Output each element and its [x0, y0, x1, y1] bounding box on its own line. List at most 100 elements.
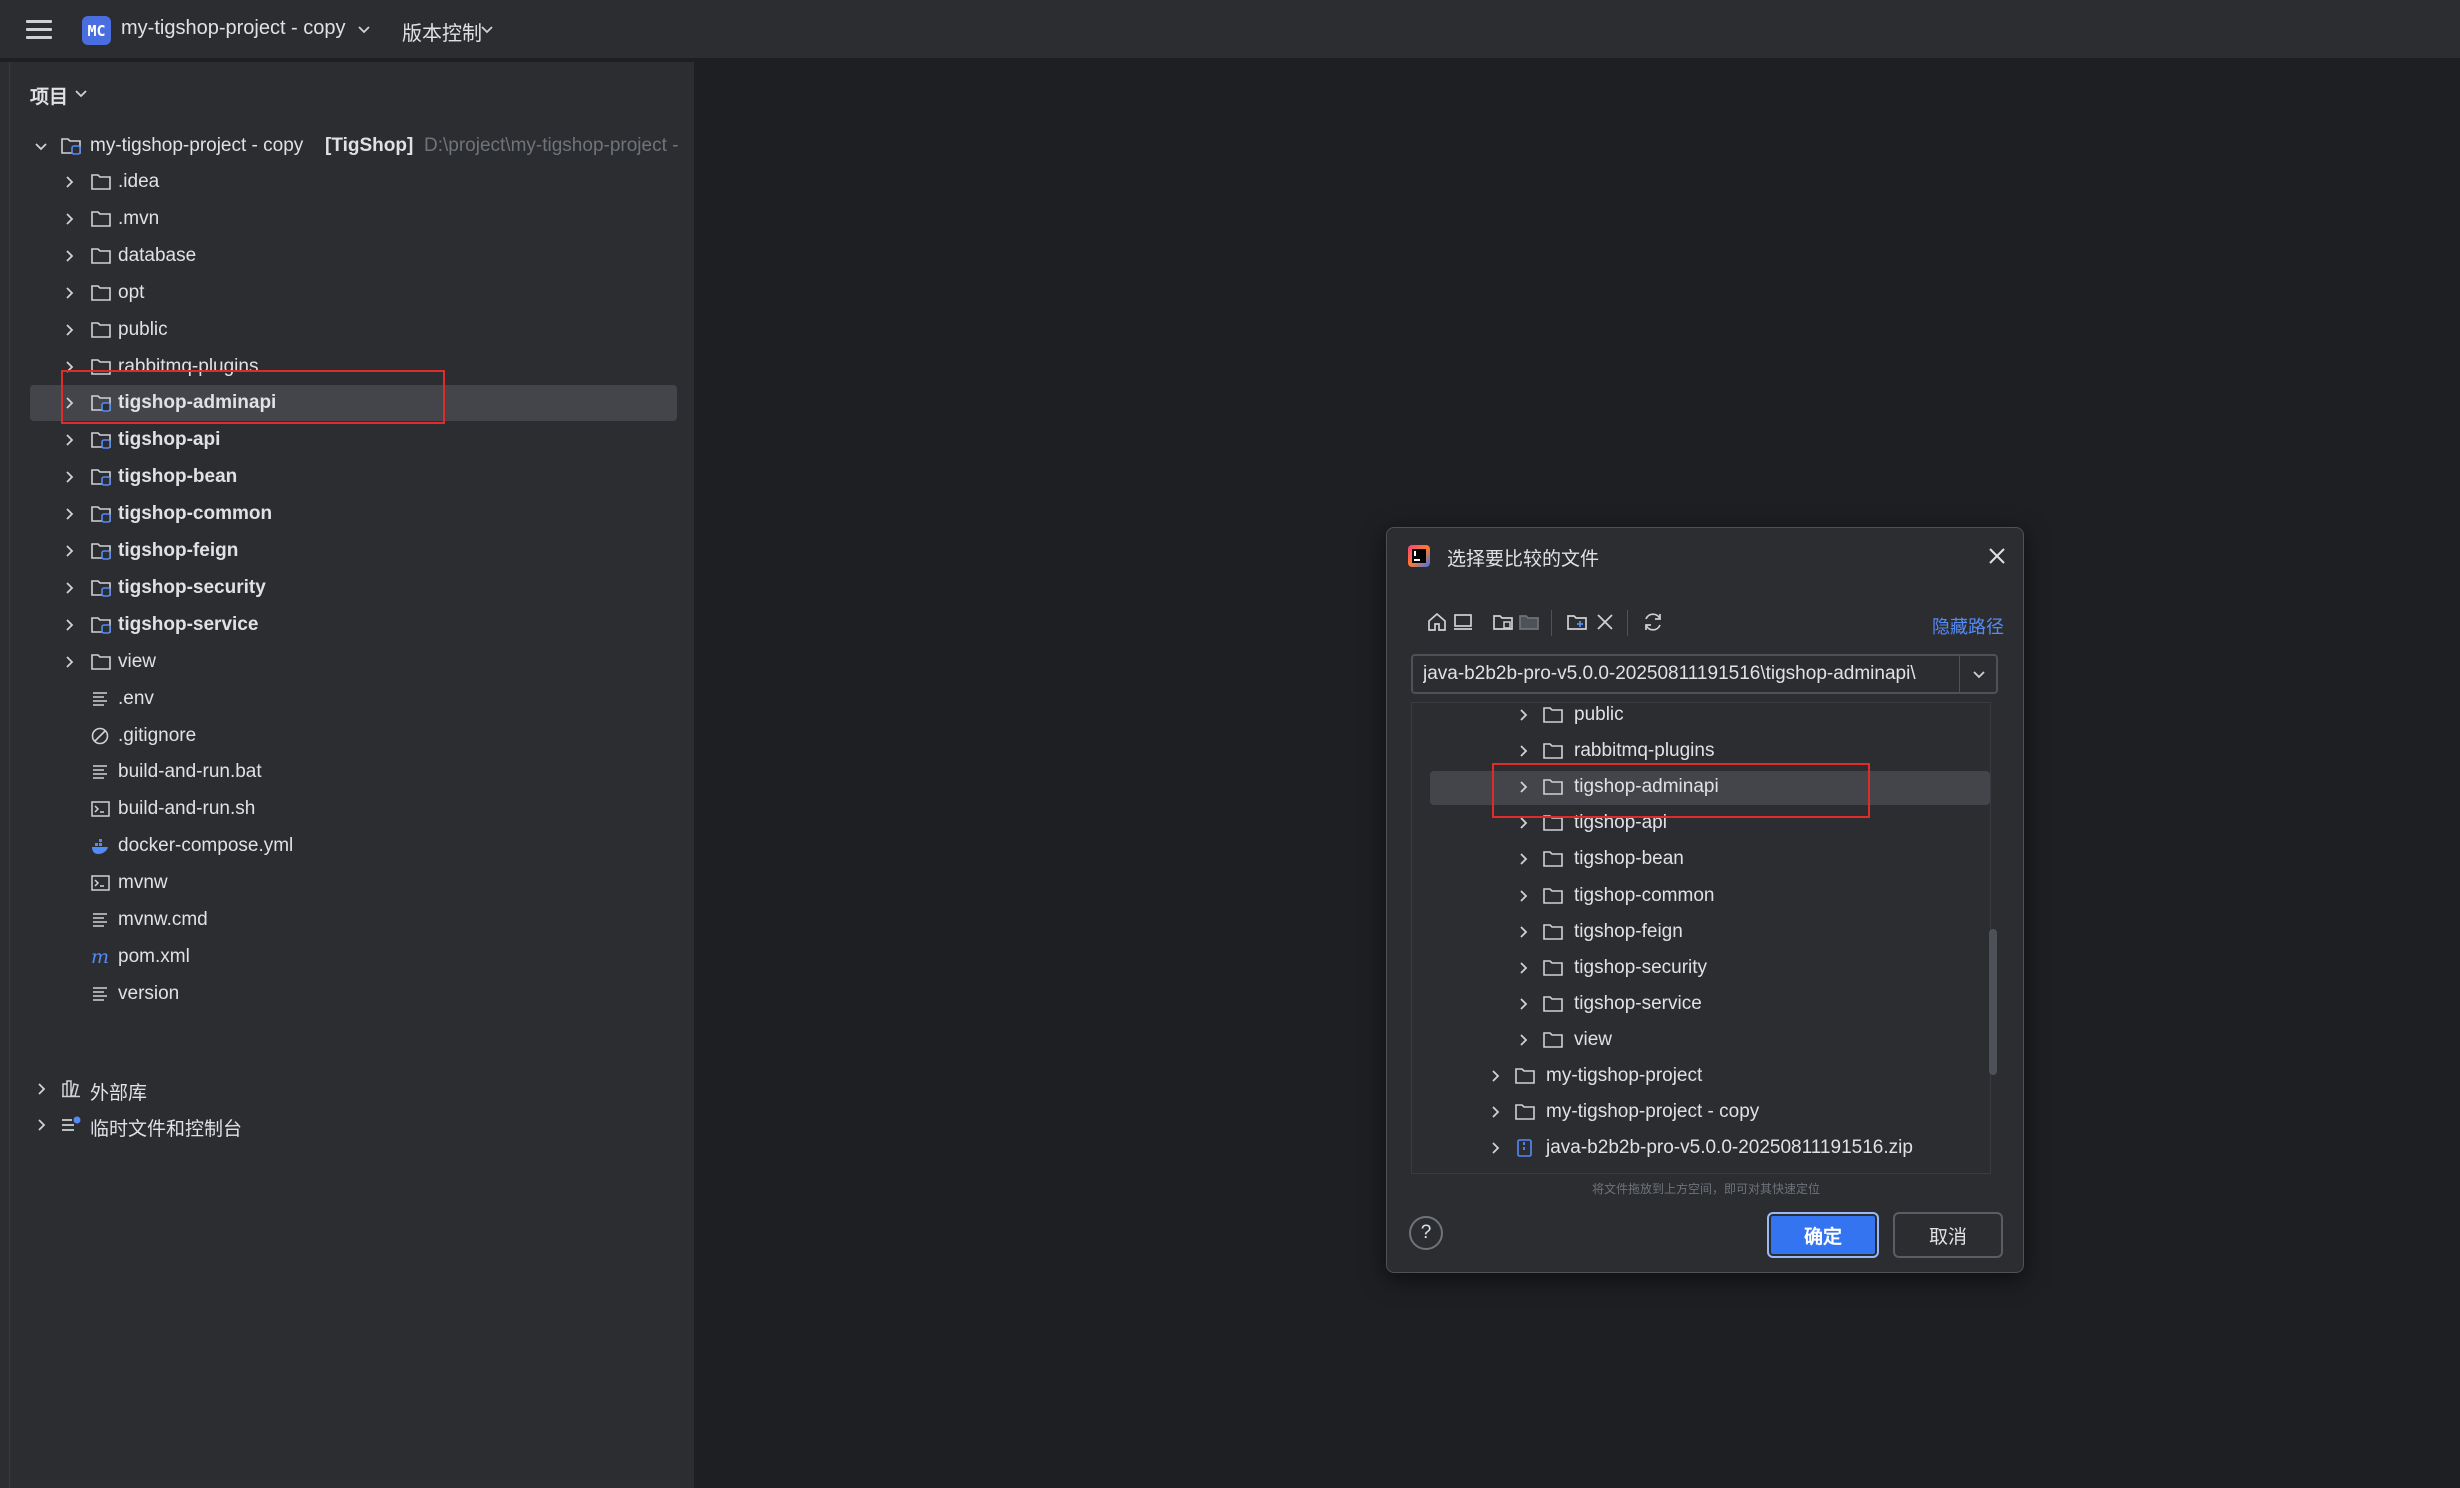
tree-row-external-libs[interactable]: 外部库	[10, 1071, 696, 1107]
home-icon[interactable]	[1425, 610, 1449, 634]
project-panel-title[interactable]: 项目	[30, 82, 68, 109]
chevron-right-icon[interactable]	[1516, 816, 1530, 830]
tree-row-database[interactable]: database	[10, 238, 696, 274]
tree-row-tigshop-security[interactable]: tigshop-security	[10, 570, 696, 606]
chevron-right-icon[interactable]	[62, 323, 76, 337]
dialog-tree-row[interactable]: tigshop-bean	[1412, 841, 1990, 877]
chevron-down-icon[interactable]	[1972, 667, 1986, 681]
tree-row-tigshop-api[interactable]: tigshop-api	[10, 422, 696, 458]
chevron-down-icon[interactable]	[480, 22, 494, 36]
dialog-tree-row[interactable]: my-tigshop-project	[1412, 1058, 1990, 1094]
tree-row-opt[interactable]: opt	[10, 275, 696, 311]
ok-button[interactable]: 确定	[1767, 1212, 1879, 1258]
hide-path-link[interactable]: 隐藏路径	[1932, 613, 2004, 639]
dialog-tree-row[interactable]: tigshop-feign	[1412, 914, 1990, 950]
tree-root-row[interactable]: my-tigshop-project - copy [TigShop] D:\p…	[10, 128, 696, 164]
drop-hint: 将文件拖放到上方空间，即可对其快速定位	[1591, 1182, 1820, 1196]
chevron-right-icon[interactable]	[62, 618, 76, 632]
main-menu-icon[interactable]	[26, 18, 52, 42]
chevron-right-icon[interactable]	[62, 286, 76, 300]
tree-row-view[interactable]: view	[10, 644, 696, 680]
module-folder-icon	[91, 616, 111, 634]
tree-row-version[interactable]: version	[10, 976, 696, 1012]
dialog-tree-row[interactable]: java-b2b2b-pro-v5.0.0-20250811191516.zip	[1412, 1130, 1990, 1166]
new-folder-icon[interactable]	[1565, 610, 1589, 634]
chevron-right-icon[interactable]	[1488, 1105, 1502, 1119]
chevron-right-icon[interactable]	[1516, 852, 1530, 866]
tree-row-tigshop-common[interactable]: tigshop-common	[10, 496, 696, 532]
tree-row-tigshop-bean[interactable]: tigshop-bean	[10, 459, 696, 495]
dialog-tree-row[interactable]: public	[1412, 703, 1990, 733]
tree-row-scratches[interactable]: 临时文件和控制台	[10, 1107, 696, 1143]
chevron-right-icon[interactable]	[1516, 889, 1530, 903]
tree-row-mvnw-cmd[interactable]: mvnw.cmd	[10, 902, 696, 938]
chevron-down-icon[interactable]	[357, 22, 371, 36]
cancel-button[interactable]: 取消	[1893, 1212, 2003, 1258]
ignore-file-icon	[91, 727, 109, 744]
chevron-right-icon[interactable]	[62, 470, 76, 484]
chevron-right-icon[interactable]	[1516, 708, 1530, 722]
chevron-right-icon[interactable]	[62, 507, 76, 521]
text-file-icon	[93, 765, 107, 780]
chevron-right-icon[interactable]	[62, 544, 76, 558]
path-history-dropdown[interactable]	[1959, 656, 1996, 692]
project-folder-icon[interactable]	[1491, 610, 1515, 634]
chevron-right-icon[interactable]	[62, 212, 76, 226]
chevron-right-icon[interactable]	[1488, 1069, 1502, 1083]
folder-icon	[91, 174, 111, 190]
chevron-right-icon[interactable]	[62, 433, 76, 447]
desktop-icon[interactable]	[1451, 610, 1475, 634]
dialog-tree-row[interactable]: my-tigshop-project - copy	[1412, 1094, 1990, 1130]
vcs-dropdown[interactable]: 版本控制	[402, 17, 482, 46]
tree-label: .env	[118, 687, 154, 709]
tree-label: .gitignore	[118, 724, 197, 746]
chevron-right-icon[interactable]	[1516, 744, 1530, 758]
module-folder-icon	[91, 580, 111, 597]
dialog-tree-row[interactable]: tigshop-service	[1412, 986, 1990, 1022]
close-icon[interactable]	[1987, 546, 2007, 566]
tree-label: public	[1574, 704, 1624, 725]
chevron-down-icon[interactable]	[74, 86, 88, 100]
project-name-dropdown[interactable]: my-tigshop-project - copy	[121, 17, 346, 40]
tree-row-pom-xml[interactable]: m pom.xml	[10, 939, 696, 975]
text-file-icon	[93, 987, 107, 1001]
project-badge[interactable]: MC	[82, 16, 111, 45]
chevron-right-icon[interactable]	[62, 581, 76, 595]
chevron-right-icon[interactable]	[62, 249, 76, 263]
folder-icon	[91, 247, 111, 264]
text-file-icon	[93, 913, 107, 927]
tree-row-public[interactable]: public	[10, 312, 696, 348]
tree-row-mvn[interactable]: .mvn	[10, 201, 696, 237]
terminal-file-icon	[91, 875, 110, 891]
tree-row-gitignore[interactable]: .gitignore	[10, 718, 696, 754]
chevron-right-icon[interactable]	[1516, 961, 1530, 975]
tree-row-build-and-run-bat[interactable]: build-and-run.bat	[10, 754, 696, 790]
tree-row-env[interactable]: .env	[10, 681, 696, 717]
chevron-right-icon[interactable]	[34, 1118, 48, 1132]
tree-row-tigshop-service[interactable]: tigshop-service	[10, 607, 696, 643]
help-button[interactable]: ?	[1409, 1216, 1443, 1250]
chevron-down-icon[interactable]	[34, 139, 48, 153]
dialog-tree-row[interactable]: tigshop-common	[1412, 878, 1990, 914]
chevron-right-icon[interactable]	[62, 655, 76, 669]
zip-icon	[1517, 1139, 1532, 1157]
tree-row-idea[interactable]: .idea	[10, 164, 696, 200]
chevron-right-icon[interactable]	[1516, 925, 1530, 939]
dialog-tree-row[interactable]: tigshop-security	[1412, 950, 1990, 986]
chevron-right-icon[interactable]	[1516, 1033, 1530, 1047]
tree-row-build-and-run-sh[interactable]: build-and-run.sh	[10, 791, 696, 827]
chevron-right-icon[interactable]	[1516, 997, 1530, 1011]
chevron-right-icon[interactable]	[62, 175, 76, 189]
refresh-icon[interactable]	[1641, 610, 1665, 634]
chevron-right-icon[interactable]	[34, 1082, 48, 1096]
module-folder-disabled-icon[interactable]	[1517, 610, 1541, 634]
chevron-right-icon[interactable]	[1488, 1141, 1502, 1155]
delete-icon[interactable]	[1593, 610, 1617, 634]
tree-row-docker-compose-yml[interactable]: docker-compose.yml	[10, 828, 696, 864]
tree-row-mvnw[interactable]: mvnw	[10, 865, 696, 901]
tree-label: .idea	[118, 171, 160, 192]
dialog-tree-row[interactable]: view	[1412, 1022, 1990, 1058]
tree-scrollbar[interactable]	[1989, 929, 1997, 1075]
path-input[interactable]	[1413, 656, 1961, 692]
tree-row-tigshop-feign[interactable]: tigshop-feign	[10, 533, 696, 569]
